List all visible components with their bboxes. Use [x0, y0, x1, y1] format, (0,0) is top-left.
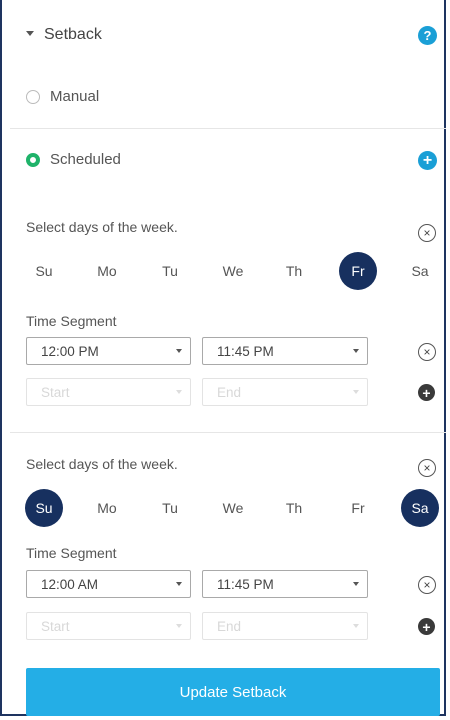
remove-segment-icon[interactable]: ×	[418, 343, 436, 361]
chevron-down-icon	[353, 349, 359, 353]
chevron-down-icon	[353, 624, 359, 628]
collapse-caret-icon[interactable]	[26, 31, 34, 36]
day-mo[interactable]: Mo	[88, 252, 126, 290]
day-su[interactable]: Su	[25, 252, 63, 290]
new-start-time-select[interactable]: Start	[26, 378, 191, 406]
chevron-down-icon	[353, 582, 359, 586]
end-placeholder: End	[217, 618, 242, 634]
day-we[interactable]: We	[214, 252, 252, 290]
new-start-time-select[interactable]: Start	[26, 612, 191, 640]
remove-schedule-icon[interactable]: ×	[418, 459, 436, 477]
day-fr[interactable]: Fr	[339, 252, 377, 290]
remove-segment-icon[interactable]: ×	[418, 576, 436, 594]
day-fr[interactable]: Fr	[339, 489, 377, 527]
select-days-label: Select days of the week.	[26, 456, 178, 472]
divider	[10, 432, 446, 433]
remove-schedule-icon[interactable]: ×	[418, 224, 436, 242]
manual-label[interactable]: Manual	[50, 88, 99, 105]
end-time-value: 11:45 PM	[217, 576, 274, 592]
chevron-down-icon	[353, 390, 359, 394]
day-su[interactable]: Su	[25, 489, 63, 527]
add-segment-icon[interactable]: +	[418, 618, 435, 635]
day-th[interactable]: Th	[275, 252, 313, 290]
manual-radio[interactable]	[26, 90, 40, 104]
scheduled-label[interactable]: Scheduled	[50, 151, 121, 168]
end-time-select[interactable]: 11:45 PM	[202, 570, 368, 598]
end-time-select[interactable]: 11:45 PM	[202, 337, 368, 365]
day-th[interactable]: Th	[275, 489, 313, 527]
start-time-select[interactable]: 12:00 PM	[26, 337, 191, 365]
end-time-value: 11:45 PM	[217, 343, 274, 359]
start-placeholder: Start	[41, 618, 70, 634]
update-setback-button[interactable]: Update Setback	[26, 668, 440, 716]
select-days-label: Select days of the week.	[26, 219, 178, 235]
start-time-value: 12:00 AM	[41, 576, 99, 592]
start-time-select[interactable]: 12:00 AM	[26, 570, 191, 598]
day-sa[interactable]: Sa	[401, 252, 439, 290]
divider	[10, 128, 446, 129]
add-segment-icon[interactable]: +	[418, 384, 435, 401]
help-icon[interactable]: ?	[418, 26, 437, 45]
new-end-time-select[interactable]: End	[202, 378, 368, 406]
new-end-time-select[interactable]: End	[202, 612, 368, 640]
chevron-down-icon	[176, 349, 182, 353]
day-tu[interactable]: Tu	[151, 252, 189, 290]
start-placeholder: Start	[41, 384, 70, 400]
end-placeholder: End	[217, 384, 242, 400]
day-sa[interactable]: Sa	[401, 489, 439, 527]
day-tu[interactable]: Tu	[151, 489, 189, 527]
panel-title[interactable]: Setback	[44, 26, 102, 44]
setback-panel: Setback ? Manual Scheduled + Select days…	[0, 0, 446, 716]
time-segment-label: Time Segment	[26, 545, 117, 561]
add-schedule-icon[interactable]: +	[418, 151, 437, 170]
scheduled-radio[interactable]	[26, 153, 40, 167]
day-we[interactable]: We	[214, 489, 252, 527]
chevron-down-icon	[176, 582, 182, 586]
start-time-value: 12:00 PM	[41, 343, 99, 359]
chevron-down-icon	[176, 624, 182, 628]
day-mo[interactable]: Mo	[88, 489, 126, 527]
time-segment-label: Time Segment	[26, 313, 117, 329]
chevron-down-icon	[176, 390, 182, 394]
